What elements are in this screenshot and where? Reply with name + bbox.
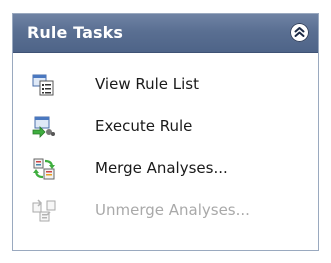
execute-rule-icon [32,115,56,139]
task-merge-analyses[interactable]: Merge Analyses... [13,148,318,190]
panel-header: Rule Tasks [13,14,318,53]
merge-analyses-icon [32,157,56,181]
collapse-button[interactable] [290,23,309,42]
panel-title: Rule Tasks [27,23,123,42]
task-view-rule-list[interactable]: View Rule List [13,64,318,106]
rule-tasks-panel: Rule Tasks View Rule List Execute Rule M… [12,13,319,251]
task-unmerge-analyses[interactable]: Unmerge Analyses... [13,190,318,232]
double-chevron-up-icon [294,27,305,37]
unmerge-analyses-icon [32,199,56,223]
task-label: Unmerge Analyses... [95,201,250,219]
task-execute-rule[interactable]: Execute Rule [13,106,318,148]
rule-list-icon [32,73,56,97]
task-label: View Rule List [95,75,200,93]
task-label: Merge Analyses... [95,159,228,177]
task-label: Execute Rule [95,117,193,135]
